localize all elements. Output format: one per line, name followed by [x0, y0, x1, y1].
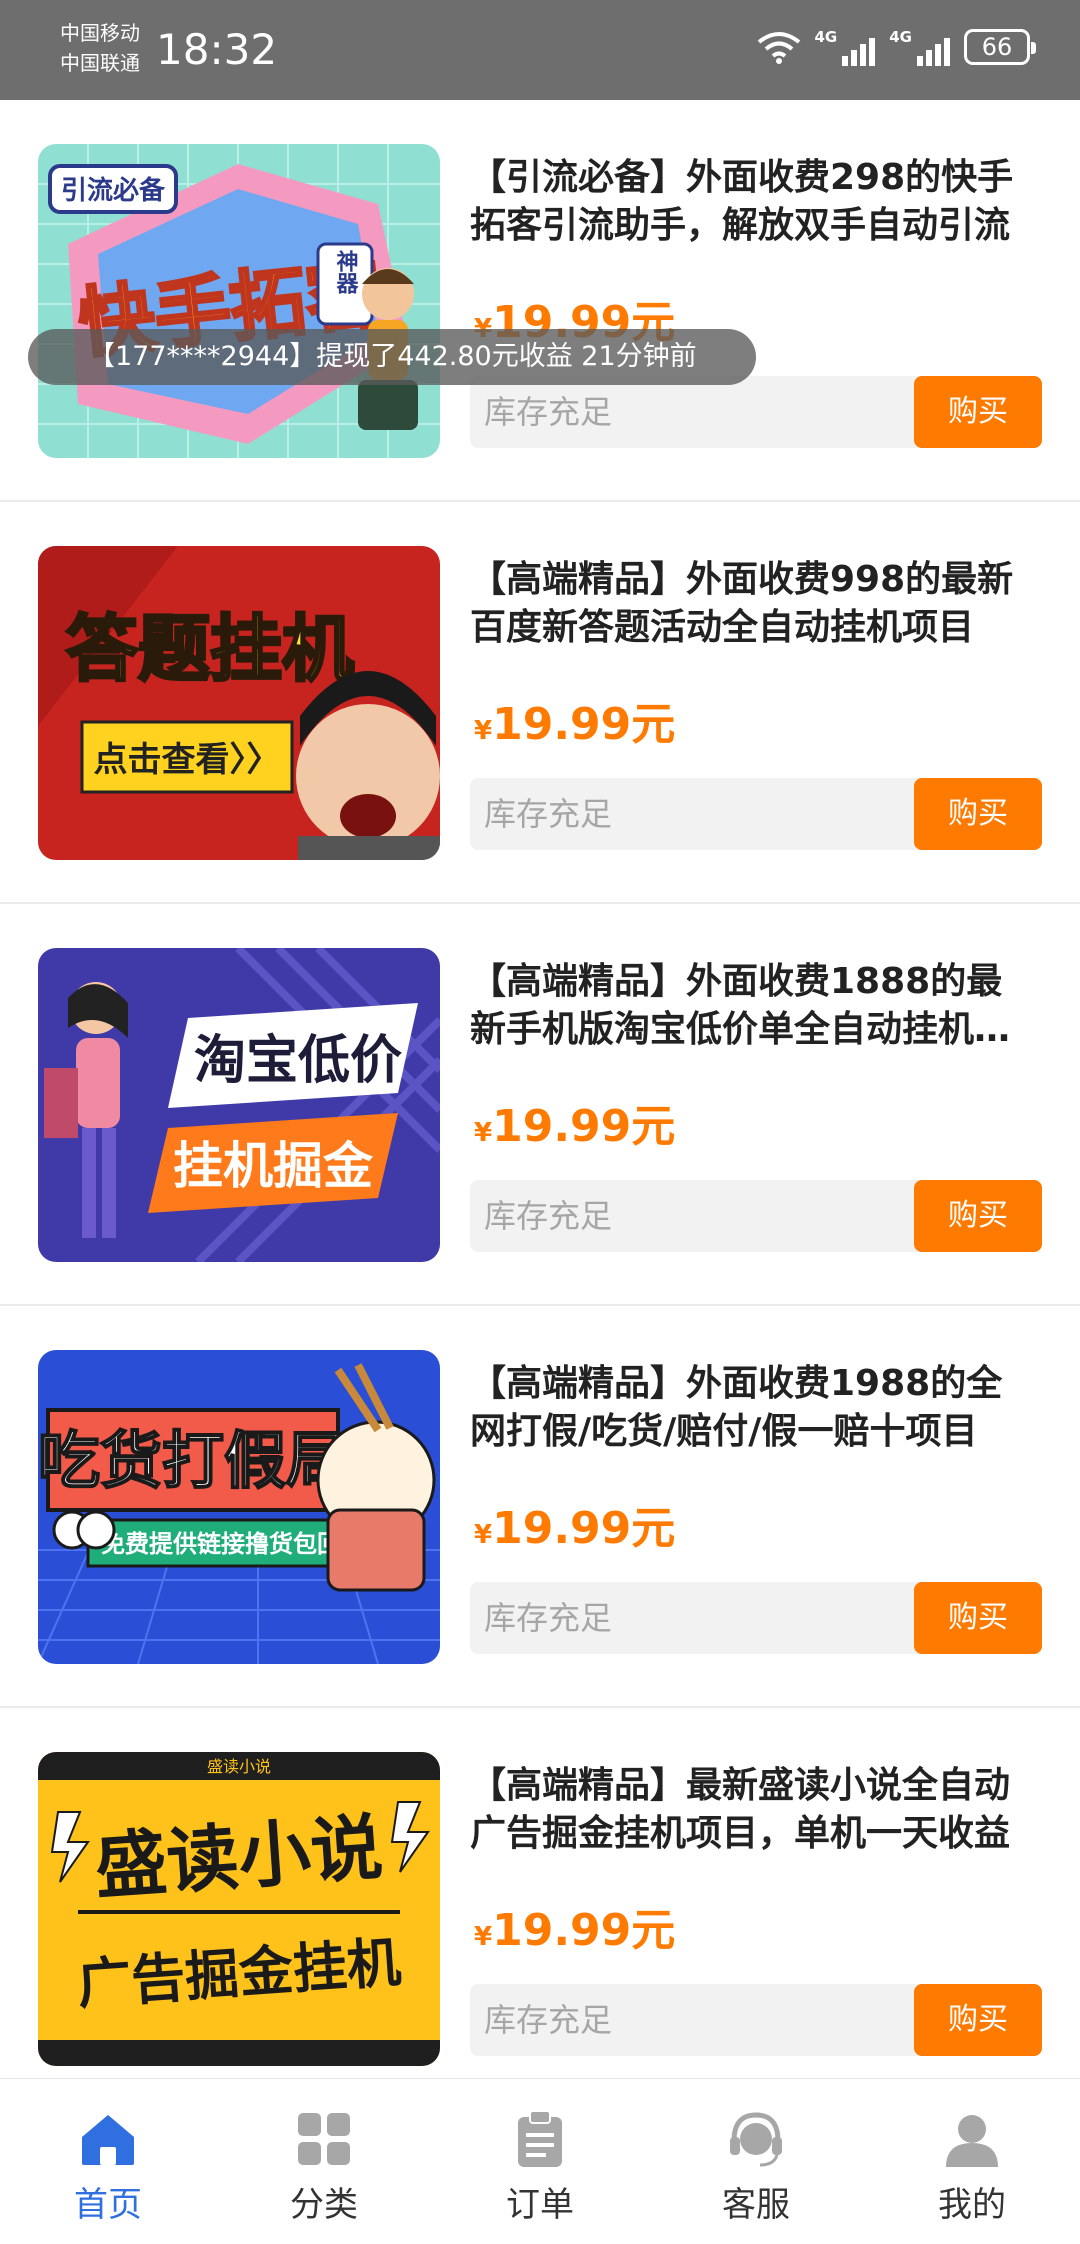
currency-symbol: ¥ — [474, 1118, 493, 1148]
thumb-main-text: 吃货打假局 — [38, 1424, 348, 1497]
product-card[interactable]: 引流必备 快手拓客 神器 【引流必备】外面收费298的快手拓客引流助手，解放双手… — [0, 100, 1080, 502]
currency-symbol: ¥ — [474, 716, 493, 746]
product-card[interactable]: 答题挂机 点击查看〉〉 【高端精品】外面收费998的最新百度新答题活动全自动挂机… — [0, 502, 1080, 904]
tab-label: 订单 — [506, 2185, 574, 2225]
price-amount: 19.99元 — [492, 1905, 676, 1956]
stock-status: 库存充足 — [484, 1197, 613, 1235]
thumb-main-text: 淘宝低价 — [194, 1031, 402, 1091]
stock-bar: 库存充足 购买 — [470, 1582, 1042, 1654]
stock-bar: 库存充足 购买 — [470, 1984, 1042, 2056]
grid-icon — [298, 2113, 350, 2165]
tab-category[interactable]: 分类 — [216, 2079, 432, 2244]
product-price: ¥19.99元 — [474, 1894, 675, 1958]
product-title[interactable]: 【高端精品】外面收费998的最新百度新答题活动全自动挂机项目 — [470, 556, 1030, 652]
product-title[interactable]: 【高端精品】最新盛读小说全自动广告掘金挂机项目，单机一天收益 — [470, 1762, 1030, 1858]
thumb-sub-text: 挂机掘金 — [173, 1137, 374, 1195]
price-amount: 19.99元 — [492, 1101, 676, 1152]
thumb-sub-text: 免费提供链接撸货包回收 — [101, 1530, 365, 1558]
price-amount: 19.99元 — [492, 1503, 676, 1554]
battery-icon: 66 — [964, 29, 1036, 65]
stock-status: 库存充足 — [484, 1599, 613, 1637]
product-title[interactable]: 【引流必备】外面收费298的快手拓客引流助手，解放双手自动引流 — [470, 154, 1030, 250]
status-icons: 4G 4G 66 — [757, 28, 1036, 66]
carrier-2: 中国联通 — [60, 51, 140, 75]
buy-button[interactable]: 购买 — [914, 1582, 1042, 1654]
withdrawal-toast: 【177****2944】提现了442.80元收益 21分钟前 — [28, 329, 756, 385]
wifi-icon — [757, 32, 800, 64]
signal-icon-1: 4G — [815, 28, 876, 66]
product-thumbnail[interactable]: 盛读小说 盛读小说 广告掘金挂机 — [38, 1752, 440, 2066]
product-title[interactable]: 【高端精品】外面收费1988的全网打假/吃货/赔付/假一赔十项目 — [470, 1360, 1030, 1456]
product-thumbnail[interactable]: 淘宝低价 挂机掘金 — [38, 948, 440, 1262]
currency-symbol: ¥ — [474, 1520, 493, 1550]
tab-label: 我的 — [938, 2185, 1006, 2225]
product-card[interactable]: 吃货打假局 免费提供链接撸货包回收 【高端精品】外面收费1988的全网打假/吃货… — [0, 1306, 1080, 1708]
status-bar: 中国移动 中国联通 18:32 4G 4G 66 — [0, 0, 1080, 100]
buy-button[interactable]: 购买 — [914, 1180, 1042, 1252]
product-thumbnail[interactable]: 吃货打假局 免费提供链接撸货包回收 — [38, 1350, 440, 1664]
product-price: ¥19.99元 — [474, 688, 675, 752]
thumb-badge-text: 神器 — [333, 249, 360, 295]
thumb-sub-text: 点击查看〉〉 — [94, 740, 281, 780]
clipboard-icon — [518, 2110, 562, 2167]
stock-status: 库存充足 — [484, 795, 613, 833]
product-thumbnail[interactable]: 引流必备 快手拓客 神器 — [38, 144, 440, 458]
buy-button[interactable]: 购买 — [914, 1984, 1042, 2056]
tab-home[interactable]: 首页 — [0, 2079, 216, 2244]
tab-orders[interactable]: 订单 — [432, 2079, 648, 2244]
product-price: ¥19.99元 — [474, 1492, 675, 1556]
product-card[interactable]: 盛读小说 盛读小说 广告掘金挂机 【高端精品】最新盛读小说全自动广告掘金挂机项目… — [0, 1708, 1080, 2110]
currency-symbol: ¥ — [474, 1922, 493, 1952]
home-icon — [82, 2115, 134, 2165]
tab-label: 分类 — [290, 2185, 358, 2225]
stock-bar: 库存充足 购买 — [470, 778, 1042, 850]
product-card[interactable]: 淘宝低价 挂机掘金 【高端精品】外面收费1888的最新手机版淘宝低价单全自动挂机… — [0, 904, 1080, 1306]
price-amount: 19.99元 — [492, 699, 676, 750]
buy-button[interactable]: 购买 — [914, 376, 1042, 448]
product-price: ¥19.99元 — [474, 1090, 675, 1154]
bottom-tab-bar: 首页 分类 订单 客服 我的 — [0, 2078, 1080, 2244]
tab-label: 首页 — [74, 2185, 142, 2225]
tab-label: 客服 — [722, 2185, 790, 2225]
product-list: 引流必备 快手拓客 神器 【引流必备】外面收费298的快手拓客引流助手，解放双手… — [0, 100, 1080, 2110]
carrier-1: 中国移动 — [60, 21, 140, 45]
stock-bar: 库存充足 购买 — [470, 376, 1042, 448]
buy-button[interactable]: 购买 — [914, 778, 1042, 850]
thumb-main-text: 答题挂机 — [66, 607, 354, 691]
clock: 18:32 — [156, 25, 278, 74]
stock-status: 库存充足 — [484, 393, 613, 431]
carrier-names: 中国移动 中国联通 — [60, 18, 140, 78]
tab-mine[interactable]: 我的 — [864, 2079, 1080, 2244]
headset-icon — [730, 2112, 782, 2167]
product-thumbnail[interactable]: 答题挂机 点击查看〉〉 — [38, 546, 440, 860]
thumb-tag-text: 引流必备 — [61, 176, 166, 206]
stock-status: 库存充足 — [484, 2001, 613, 2039]
tab-service[interactable]: 客服 — [648, 2079, 864, 2244]
stock-bar: 库存充足 购买 — [470, 1180, 1042, 1252]
product-title[interactable]: 【高端精品】外面收费1888的最新手机版淘宝低价单全自动挂机项目 — [470, 958, 1030, 1054]
network-type-2: 4G — [889, 28, 912, 46]
network-type-1: 4G — [814, 28, 838, 46]
user-icon — [946, 2115, 998, 2167]
signal-icon-2: 4G — [889, 28, 950, 66]
thumb-strip-text: 盛读小说 — [207, 1757, 271, 1776]
